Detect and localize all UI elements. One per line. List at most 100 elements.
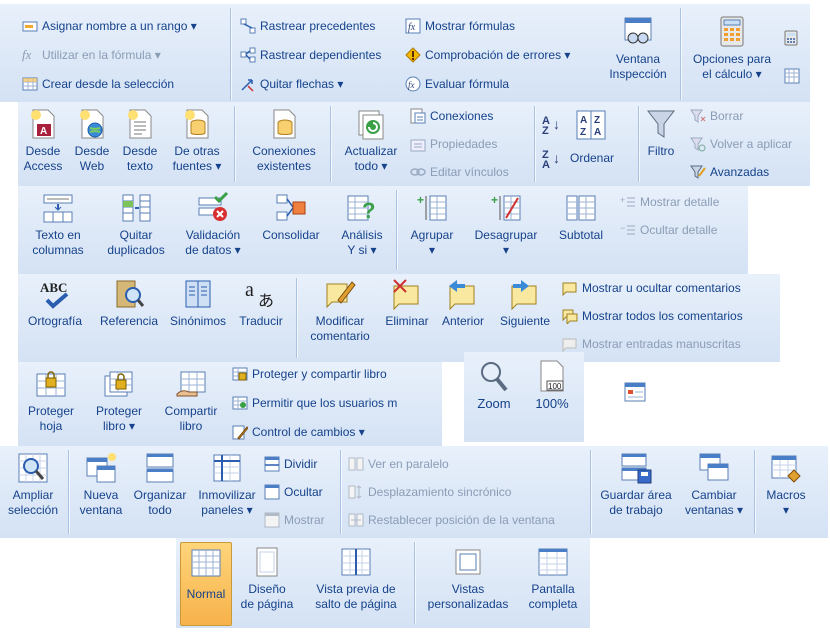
sort-label: Ordenar xyxy=(570,151,615,165)
delete-comment-button[interactable]: Eliminar xyxy=(380,278,434,329)
trace-precedents-button[interactable]: Rastrear precedentes xyxy=(240,16,375,36)
filter-button[interactable]: Filtro xyxy=(640,108,682,159)
sort-arrow-down-icon: ↓ xyxy=(553,150,560,166)
freeze-panes-button[interactable]: Inmovilizar paneles ▾ xyxy=(192,452,262,518)
clear-filter-button[interactable]: Borrar xyxy=(690,106,743,126)
protect-share-workbook-button[interactable]: Proteger y compartir libro xyxy=(232,364,387,384)
show-all-comments-button[interactable]: Mostrar todos los comentarios xyxy=(562,306,743,326)
existing-connections-button[interactable]: Conexiones existentes xyxy=(244,108,324,174)
error-checking-button[interactable]: Comprobación de errores ▾ xyxy=(405,45,570,65)
connections-button[interactable]: Conexiones xyxy=(410,106,493,126)
advanced-filter-button[interactable]: Avanzadas xyxy=(690,162,769,182)
arrange-all-button[interactable]: Organizar todo xyxy=(128,452,192,518)
reapply-button[interactable]: Volver a aplicar xyxy=(690,134,792,154)
text-to-columns-button[interactable]: Texto en columnas xyxy=(22,192,94,258)
new-window-button[interactable]: Nueva ventana xyxy=(74,452,128,518)
translate-button[interactable]: aあ Traducir xyxy=(230,278,292,329)
allow-users-edit-button[interactable]: Permitir que los usuarios m xyxy=(232,393,397,413)
sort-button[interactable]: Ordenar xyxy=(570,148,614,168)
reset-window-position-button[interactable]: Restablecer posición de la ventana xyxy=(348,510,555,530)
save-workspace-button[interactable]: Guardar área de trabajo xyxy=(594,452,678,518)
page-break-preview-button[interactable]: Vista previa de salto de página xyxy=(302,546,410,612)
new-window-label-1: Nueva xyxy=(83,488,119,502)
page-100-icon: 100 xyxy=(536,360,568,392)
other-sources-button[interactable]: De otras fuentes ▾ xyxy=(166,108,228,174)
remove-duplicates-icon xyxy=(120,192,152,224)
custom-views-button[interactable]: Vistas personalizadas xyxy=(420,546,516,612)
evaluate-formula-button[interactable]: fx Evaluar fórmula xyxy=(405,74,509,94)
refresh-all-button[interactable]: Actualizar todo ▾ xyxy=(336,108,406,174)
calculate-sheet-icon[interactable] xyxy=(784,68,800,84)
next-comment-button[interactable]: Siguiente xyxy=(494,278,556,329)
split-button[interactable]: Dividir xyxy=(264,454,317,474)
normal-view-button[interactable]: Normal xyxy=(180,542,232,626)
subtotal-button[interactable]: Subtotal xyxy=(548,192,614,243)
unhide-window-button[interactable]: Mostrar xyxy=(264,510,325,530)
data-validation-button[interactable]: Validación de datos ▾ xyxy=(176,192,250,258)
page-break-label-2: salto de página xyxy=(315,597,397,611)
what-if-analysis-button[interactable]: ? Análisis Y si ▾ xyxy=(330,192,394,258)
from-web-button[interactable]: Desde Web xyxy=(70,108,114,174)
ungroup-button[interactable]: + Desagrupar ▾ xyxy=(466,192,546,258)
show-detail-button[interactable]: + Mostrar detalle xyxy=(620,192,719,212)
use-in-formula-label: Utilizar en la fórmula ▾ xyxy=(42,48,161,62)
from-access-button[interactable]: A Desde Access xyxy=(20,108,66,174)
show-formulas-label: Mostrar fórmulas xyxy=(425,19,516,33)
switch-windows-button[interactable]: Cambiar ventanas ▾ xyxy=(680,452,748,518)
sync-scrolling-button[interactable]: Desplazamiento sincrónico xyxy=(348,482,511,502)
protect-workbook-button[interactable]: Proteger libro ▾ xyxy=(86,368,152,434)
properties-button[interactable]: Propiedades xyxy=(410,134,497,154)
use-in-formula-button[interactable]: fx Utilizar en la fórmula ▾ xyxy=(22,45,161,65)
remove-duplicates-button[interactable]: Quitar duplicados xyxy=(96,192,176,258)
separator xyxy=(414,542,416,624)
consolidate-button[interactable]: Consolidar xyxy=(252,192,330,243)
previous-comment-button[interactable]: Anterior xyxy=(434,278,492,329)
full-screen-button[interactable]: Pantalla completa xyxy=(520,546,586,612)
ribbon-panel-view-window: Ampliar selección Nueva ventana Organiza… xyxy=(0,446,828,538)
ribbon-panel-data: A Desde Access Desde Web Desde texto De … xyxy=(18,102,810,186)
sort-z-to-a-icon[interactable]: ZA xyxy=(542,150,550,171)
arrange-all-label-2: todo xyxy=(148,503,172,517)
assign-name-button[interactable]: Asignar nombre a un rango ▾ xyxy=(22,16,197,36)
svg-text:fx: fx xyxy=(408,80,415,90)
view-side-by-side-button[interactable]: Ver en paralelo xyxy=(348,454,449,474)
zoom-button[interactable]: Zoom xyxy=(466,360,522,411)
show-hide-comment-button[interactable]: Mostrar u ocultar comentarios xyxy=(562,278,741,298)
from-text-button[interactable]: Desde texto xyxy=(118,108,162,174)
watch-window-button[interactable]: Ventana Inspección xyxy=(600,16,676,82)
protect-sheet-button[interactable]: Proteger hoja xyxy=(18,368,84,434)
show-formulas-button[interactable]: fx Mostrar fórmulas xyxy=(405,16,515,36)
zoom-to-selection-button[interactable]: Ampliar selección xyxy=(2,452,64,518)
edit-comment-button[interactable]: Modificar comentario xyxy=(304,278,376,344)
zoom-to-selection-icon[interactable] xyxy=(624,382,646,402)
calculate-now-icon[interactable] xyxy=(784,30,798,46)
research-button[interactable]: Referencia xyxy=(92,278,166,329)
remove-arrows-button[interactable]: Quitar flechas ▾ xyxy=(240,74,343,94)
translate-label: Traducir xyxy=(239,314,283,328)
svg-text:あ: あ xyxy=(258,292,274,310)
create-from-selection-button[interactable]: Crear desde la selección xyxy=(22,74,174,94)
spelling-button[interactable]: ABC Ortografía xyxy=(20,278,90,329)
show-ink-button[interactable]: Mostrar entradas manuscritas xyxy=(562,334,741,354)
calculation-options-button[interactable]: Opciones para el cálculo ▾ xyxy=(686,16,778,82)
freeze-panes-label-2: paneles ▾ xyxy=(201,503,253,517)
error-checking-label: Comprobación de errores ▾ xyxy=(425,48,571,62)
name-tag-icon xyxy=(22,18,38,34)
sort-dialog-icon[interactable]: AZZA xyxy=(576,110,606,140)
page-layout-view-button[interactable]: Diseño de página xyxy=(234,546,300,612)
thesaurus-button[interactable]: Sinónimos xyxy=(164,278,232,329)
group-button[interactable]: + Agrupar ▾ xyxy=(402,192,462,258)
svg-text:−: − xyxy=(620,223,625,233)
track-changes-button[interactable]: Control de cambios ▾ xyxy=(232,422,365,442)
existing-connections-icon xyxy=(268,108,300,140)
edit-links-button[interactable]: Editar vínculos xyxy=(410,162,509,182)
sort-a-to-z-icon[interactable]: AZ xyxy=(542,116,550,137)
hide-window-button[interactable]: Ocultar xyxy=(264,482,323,502)
remove-duplicates-label-1: Quitar xyxy=(119,228,153,242)
zoom-100-button[interactable]: 100 100% xyxy=(522,360,582,411)
share-workbook-button[interactable]: Compartir libro xyxy=(154,368,228,434)
macros-button[interactable]: Macros ▾ xyxy=(758,452,814,518)
trace-dependents-button[interactable]: Rastrear dependientes xyxy=(240,45,381,65)
hide-detail-button[interactable]: − Ocultar detalle xyxy=(620,220,717,240)
chain-link-icon xyxy=(410,164,426,180)
